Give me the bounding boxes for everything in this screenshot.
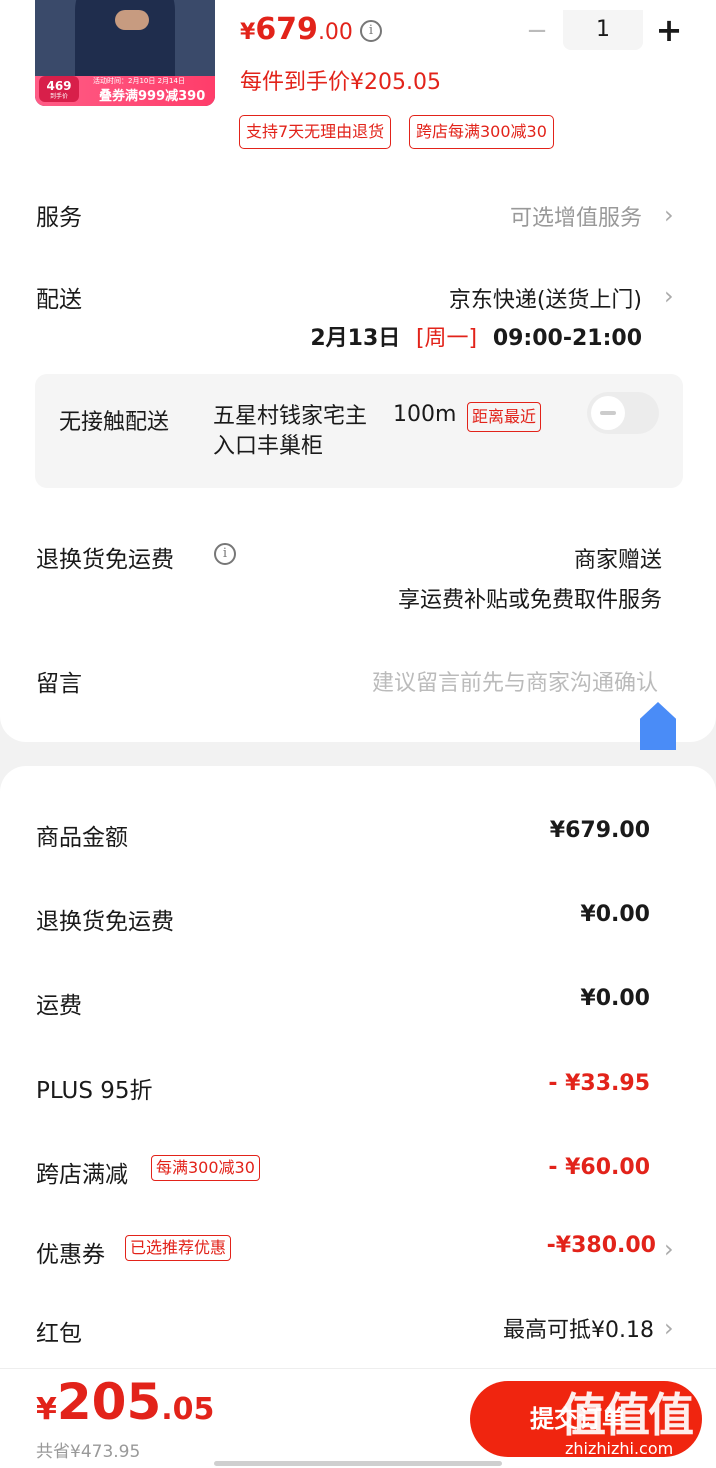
delivery-time-window: 09:00-21:00 bbox=[492, 326, 642, 351]
pickup-distance: 100m bbox=[393, 402, 457, 427]
toggle-knob bbox=[591, 396, 625, 430]
return-shipping-label: 退换货免运费 bbox=[36, 547, 174, 573]
order-total: ¥205.05 bbox=[36, 1373, 214, 1431]
coupon-discount[interactable]: -¥380.00 bbox=[547, 1233, 656, 1258]
chevron-right-icon[interactable]: › bbox=[664, 1237, 678, 1261]
cross-store-discount-tag: 跨店每满300减30 bbox=[409, 115, 554, 149]
delivery-label: 配送 bbox=[36, 287, 82, 313]
red-packet-value[interactable]: 最高可抵¥0.18 bbox=[503, 1312, 654, 1344]
return-shipping-amount: ¥0.00 bbox=[580, 902, 650, 927]
price-badge-number: 469 bbox=[46, 79, 72, 93]
quantity-minus-icon[interactable]: − bbox=[525, 18, 549, 44]
info-icon[interactable]: i bbox=[360, 20, 382, 42]
price-summary-card: 商品金额 ¥679.00 退换货免运费 ¥0.00 运费 ¥0.00 PLUS … bbox=[0, 766, 716, 1376]
plus-discount: - ¥33.95 bbox=[548, 1071, 650, 1096]
contactless-toggle[interactable] bbox=[587, 392, 659, 434]
currency-symbol: ¥ bbox=[36, 1392, 57, 1427]
return-shipping-sub: 享运费补贴或免费取件服务 bbox=[397, 588, 662, 613]
return-policy-tag: 支持7天无理由退货 bbox=[239, 115, 392, 149]
summary-label: 跨店满减 bbox=[36, 1162, 128, 1188]
delivery-time[interactable]: 2月13日 [周一] 09:00-21:00 bbox=[310, 320, 642, 352]
info-icon[interactable]: i bbox=[214, 543, 236, 565]
goods-amount: ¥679.00 bbox=[549, 818, 650, 843]
coupon-selected-tag: 已选推荐优惠 bbox=[125, 1235, 232, 1261]
watermark-url: zhizhizhi.com bbox=[565, 1439, 674, 1458]
contactless-label: 无接触配送 bbox=[59, 410, 170, 435]
product-image-detail bbox=[115, 10, 149, 30]
service-value[interactable]: 可选增值服务 bbox=[510, 200, 642, 232]
return-shipping-value: 商家赠送 bbox=[573, 548, 662, 573]
chevron-right-icon[interactable]: › bbox=[664, 203, 678, 227]
price-decimal: .00 bbox=[317, 20, 353, 45]
delivery-date: 2月13日 bbox=[310, 326, 401, 351]
summary-label: 红包 bbox=[36, 1321, 82, 1347]
delivery-method[interactable]: 京东快递(送货上门) bbox=[449, 282, 642, 314]
unit-price: ¥679.00 bbox=[240, 12, 353, 47]
order-info-card: 活动时间：2月10日 2月14日 469 到手价 叠券满999减390 ¥679… bbox=[0, 0, 716, 742]
quantity-plus-icon[interactable]: + bbox=[654, 14, 684, 46]
message-label: 留言 bbox=[36, 671, 82, 697]
cross-store-discount: - ¥60.00 bbox=[548, 1155, 650, 1180]
nearest-tag: 距离最近 bbox=[467, 402, 542, 432]
pickup-locker-address: 五星村钱家宅主入口丰巢柜 bbox=[213, 404, 368, 459]
summary-label: 商品金额 bbox=[36, 825, 128, 851]
per-item-final-price: 每件到手价¥205.05 bbox=[240, 70, 441, 95]
price-badge: 469 到手价 bbox=[39, 76, 79, 102]
chevron-right-icon[interactable]: › bbox=[664, 1316, 678, 1340]
currency-symbol: ¥ bbox=[240, 20, 256, 45]
message-input[interactable]: 建议留言前先与商家沟通确认 bbox=[372, 665, 658, 697]
checkout-bar: ¥205.05 共省¥473.95 提交订单 值值值 zhizhizhi.com bbox=[0, 1368, 716, 1468]
shipping-fee: ¥0.00 bbox=[580, 986, 650, 1011]
price-badge-caption: 到手价 bbox=[49, 93, 68, 100]
coupon-text: 叠券满999减390 bbox=[99, 89, 206, 104]
total-decimal: .05 bbox=[161, 1392, 215, 1427]
summary-label: PLUS 95折 bbox=[36, 1078, 153, 1104]
cross-store-tag: 每满300减30 bbox=[151, 1155, 260, 1181]
service-label: 服务 bbox=[36, 205, 82, 231]
price-integer: 679 bbox=[255, 12, 318, 47]
summary-label: 运费 bbox=[36, 993, 82, 1019]
delivery-weekday: [周一] bbox=[415, 326, 478, 351]
home-indicator[interactable] bbox=[214, 1461, 502, 1466]
summary-label: 退换货免运费 bbox=[36, 909, 174, 935]
total-saved: 共省¥473.95 bbox=[36, 1442, 141, 1462]
summary-label: 优惠券 bbox=[36, 1242, 105, 1268]
contactless-delivery-box: 无接触配送 五星村钱家宅主入口丰巢柜 100m 距离最近 bbox=[35, 374, 683, 488]
quantity-input[interactable]: 1 bbox=[563, 10, 643, 50]
product-thumbnail[interactable]: 活动时间：2月10日 2月14日 469 到手价 叠券满999减390 bbox=[35, 0, 215, 106]
total-integer: 205 bbox=[56, 1373, 162, 1431]
chevron-right-icon[interactable]: › bbox=[664, 284, 678, 308]
watermark: 值值值 bbox=[560, 1388, 694, 1442]
